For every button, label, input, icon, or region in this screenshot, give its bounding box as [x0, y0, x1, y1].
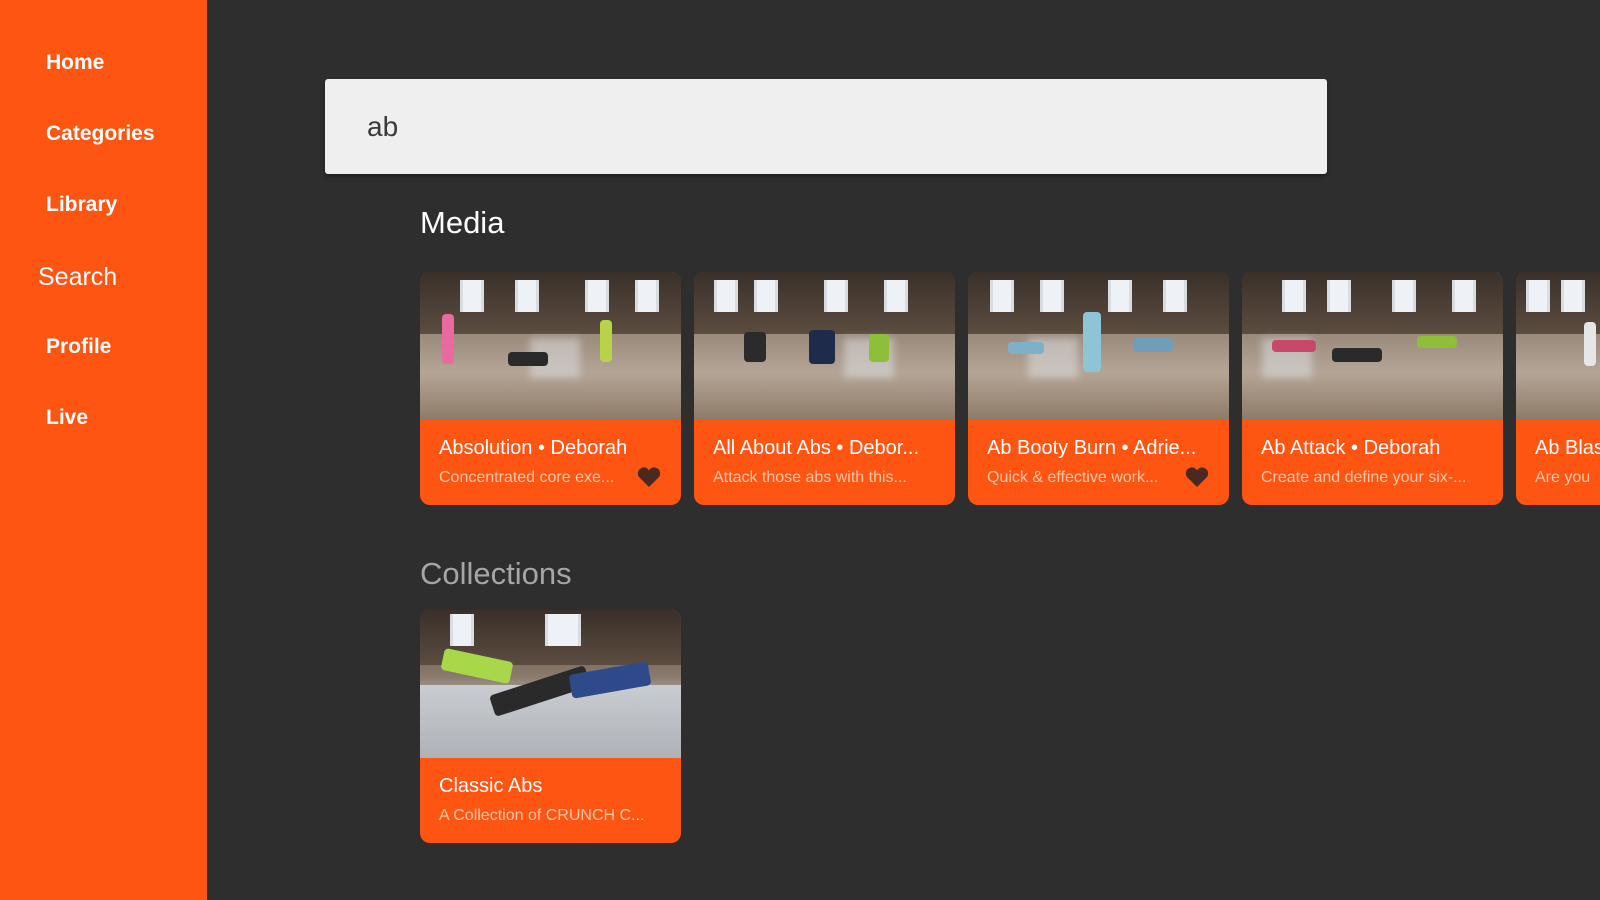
media-card-subtitle: Quick & effective work...	[987, 469, 1159, 486]
media-card-info: Ab Blas Are you	[1516, 420, 1600, 505]
media-section-title: Media	[420, 205, 505, 240]
media-card-thumbnail	[1242, 272, 1503, 420]
heart-icon[interactable]	[1185, 466, 1209, 488]
media-card-subtitle: Are you	[1535, 469, 1591, 486]
search-bar	[325, 79, 1327, 174]
search-input[interactable]	[325, 79, 1327, 174]
collections-section-title: Collections	[420, 556, 572, 591]
heart-icon[interactable]	[637, 466, 661, 488]
media-card-info: Ab Booty Burn • Adrie... Quick & effecti…	[968, 420, 1229, 505]
app-root: Home Categories Library Search Profile L…	[0, 0, 1600, 900]
sidebar-item-search[interactable]: Search	[38, 263, 117, 292]
media-card-title: Ab Blas	[1535, 437, 1600, 459]
media-card-title: All About Abs • Debor...	[713, 437, 920, 459]
media-card-subtitle: Concentrated core exe...	[439, 469, 615, 486]
media-card-title: Absolution • Deborah	[439, 437, 628, 459]
collection-card-classic-abs[interactable]: Classic Abs A Collection of CRUNCH C...	[420, 610, 681, 843]
sidebar-nav: Home Categories Library Search Profile L…	[0, 0, 207, 900]
media-card-title: Ab Attack • Deborah	[1261, 437, 1441, 459]
media-card-info: Absolution • Deborah Concentrated core e…	[420, 420, 681, 505]
media-card-absolution[interactable]: Absolution • Deborah Concentrated core e…	[420, 272, 681, 505]
sidebar-item-library[interactable]: Library	[46, 193, 117, 217]
collection-card-thumbnail	[420, 610, 681, 758]
collection-card-title: Classic Abs	[439, 775, 543, 797]
media-card-all-about-abs[interactable]: All About Abs • Debor... Attack those ab…	[694, 272, 955, 505]
media-card-ab-blast[interactable]: Ab Blas Are you	[1516, 272, 1600, 505]
media-card-info: Ab Attack • Deborah Create and define yo…	[1242, 420, 1503, 505]
media-card-ab-attack[interactable]: Ab Attack • Deborah Create and define yo…	[1242, 272, 1503, 505]
sidebar-item-categories[interactable]: Categories	[46, 122, 155, 146]
media-card-thumbnail	[420, 272, 681, 420]
media-card-subtitle: Attack those abs with this...	[713, 469, 907, 486]
media-card-ab-booty-burn[interactable]: Ab Booty Burn • Adrie... Quick & effecti…	[968, 272, 1229, 505]
media-card-thumbnail	[694, 272, 955, 420]
collection-card-subtitle: A Collection of CRUNCH C...	[439, 807, 645, 824]
sidebar-item-profile[interactable]: Profile	[46, 335, 111, 359]
media-card-title: Ab Booty Burn • Adrie...	[987, 437, 1197, 459]
collection-card-info: Classic Abs A Collection of CRUNCH C...	[420, 758, 681, 843]
media-card-thumbnail	[1516, 272, 1600, 420]
media-card-info: All About Abs • Debor... Attack those ab…	[694, 420, 955, 505]
media-card-thumbnail	[968, 272, 1229, 420]
media-card-subtitle: Create and define your six-...	[1261, 469, 1467, 486]
sidebar-item-live[interactable]: Live	[46, 406, 88, 430]
sidebar-item-home[interactable]: Home	[46, 51, 104, 75]
